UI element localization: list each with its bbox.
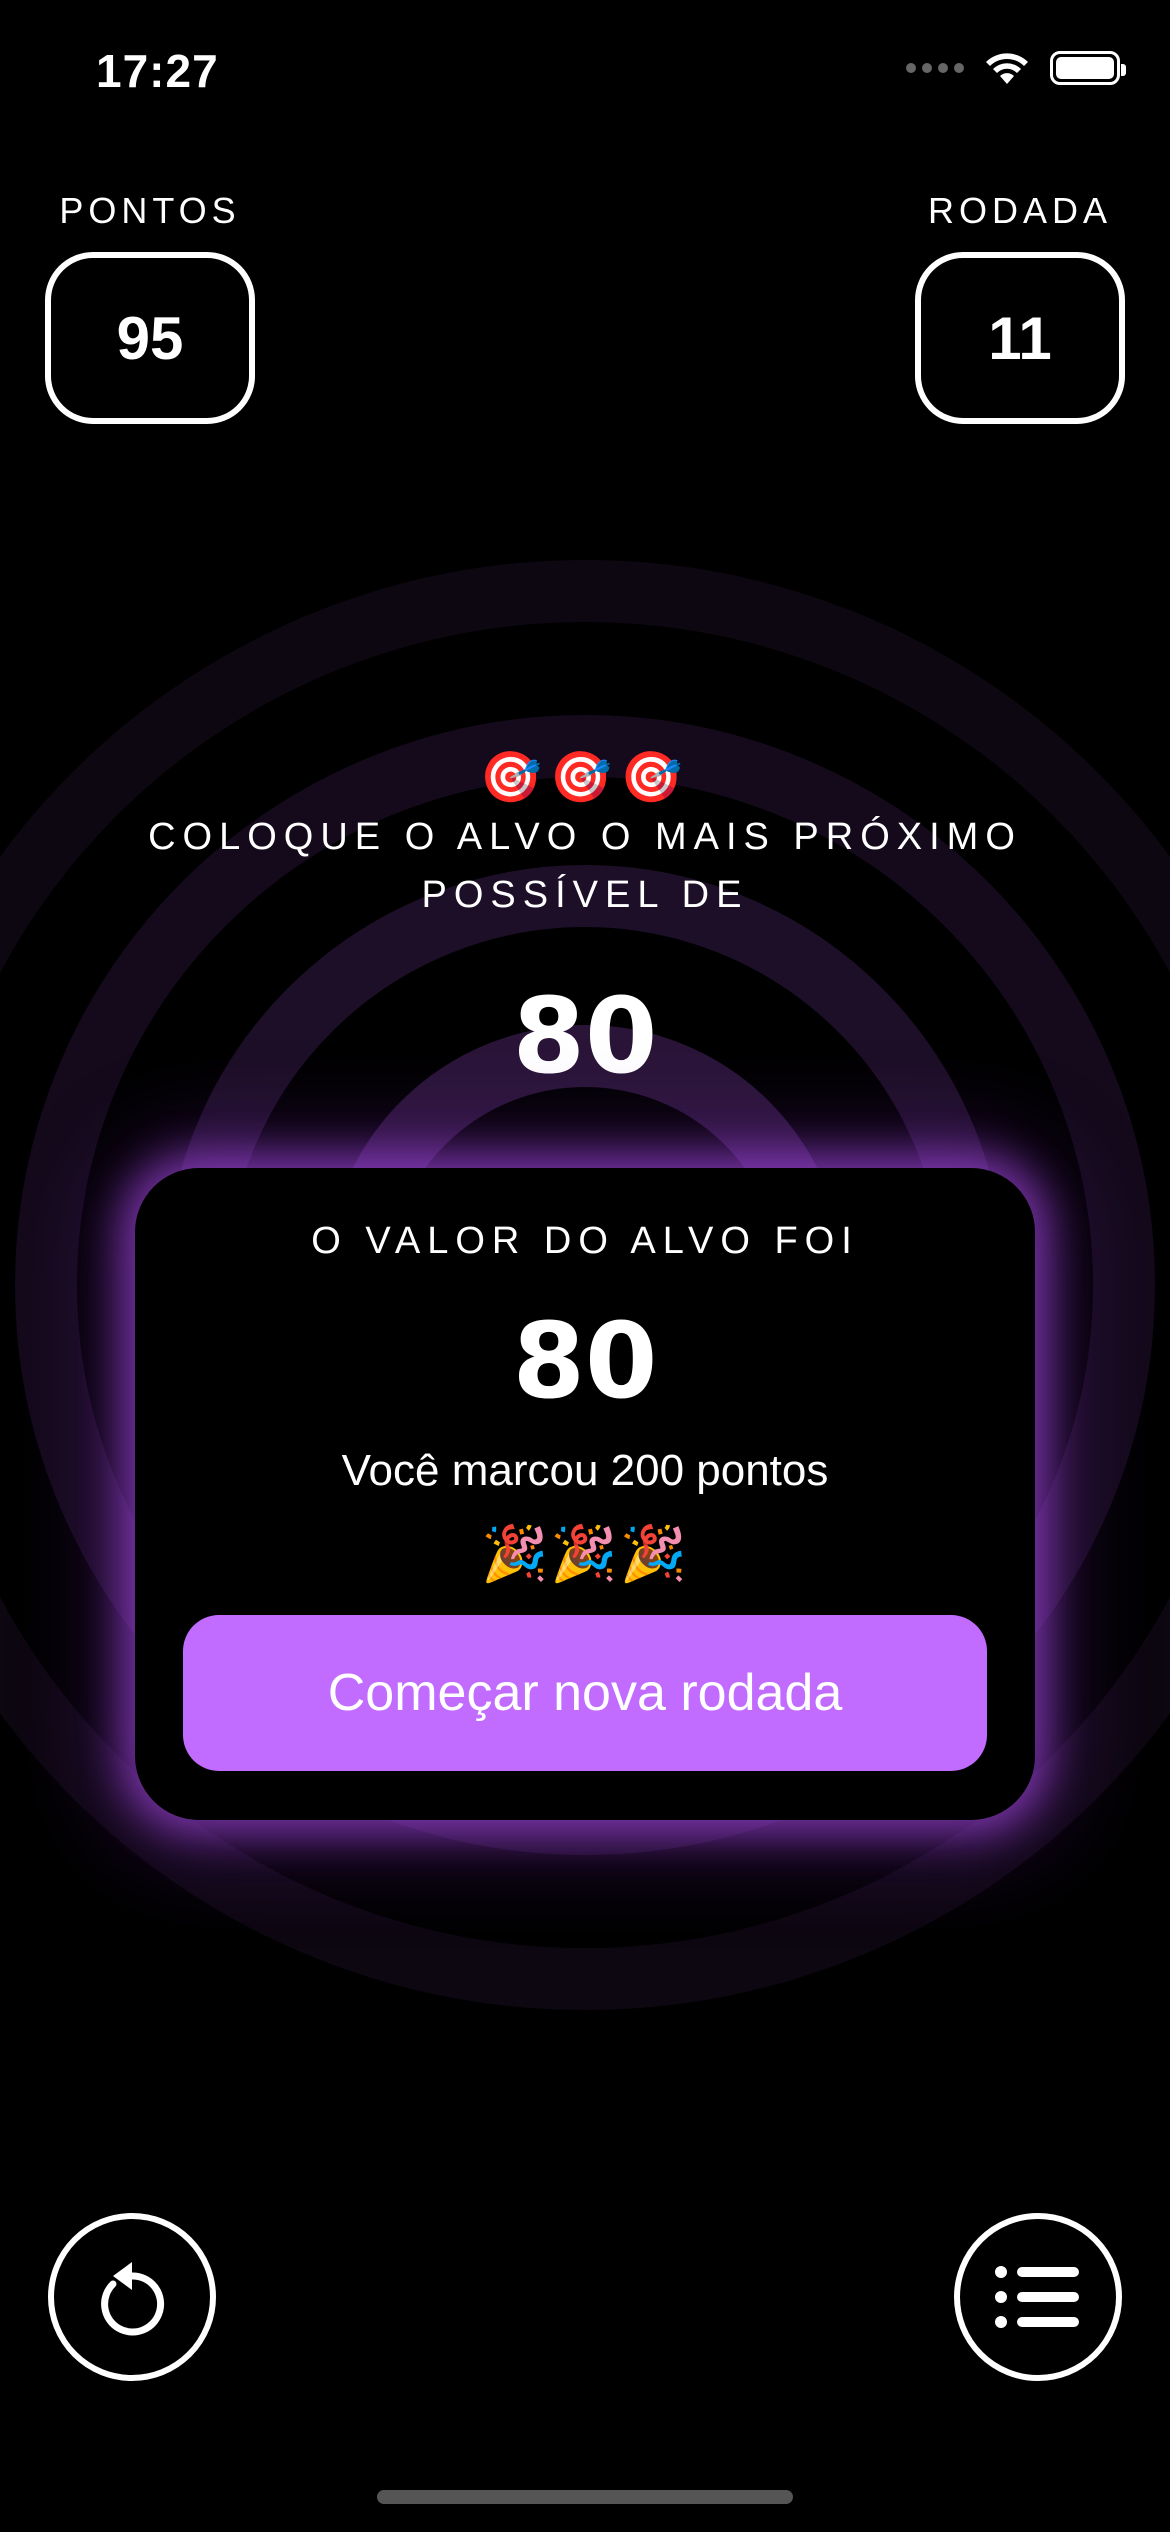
celebration-emoji: 🎉🎉🎉	[481, 1524, 689, 1584]
cellular-signal-icon	[906, 63, 964, 73]
score-stat: PONTOS 95	[45, 190, 255, 424]
round-value: 11	[915, 252, 1125, 424]
score-label: PONTOS	[59, 190, 241, 231]
new-round-button[interactable]: Começar nova rodada	[183, 1615, 987, 1771]
target-emoji: 🎯🎯🎯	[479, 749, 691, 805]
list-icon	[995, 2266, 1079, 2328]
restart-icon	[101, 2262, 165, 2336]
round-label: RODADA	[927, 190, 1113, 231]
leaderboard-button[interactable]	[954, 2213, 1122, 2381]
wifi-icon	[986, 53, 1028, 84]
result-message: Você marcou 200 pontos	[341, 1446, 829, 1495]
result-title: O VALOR DO ALVO FOI	[311, 1220, 859, 1262]
game-screen: 17:27 PONTOS 95 RODADA 11 🎯🎯🎯 COLOQUE O …	[0, 0, 1170, 2532]
result-card: O VALOR DO ALVO FOI 80 Você marcou 200 p…	[135, 1168, 1035, 1820]
instruction-text: COLOQUE O ALVO O MAIS PRÓXIMO POSSÍVEL D…	[148, 816, 1022, 916]
home-indicator[interactable]	[377, 2490, 793, 2504]
result-value: 80	[512, 1300, 658, 1422]
score-value: 95	[45, 252, 255, 424]
restart-button[interactable]	[48, 2213, 216, 2381]
round-stat: RODADA 11	[915, 190, 1125, 424]
target-value: 80	[512, 975, 658, 1097]
status-time: 17:27	[96, 45, 219, 97]
battery-icon	[1050, 51, 1126, 85]
status-icons	[906, 50, 1126, 86]
